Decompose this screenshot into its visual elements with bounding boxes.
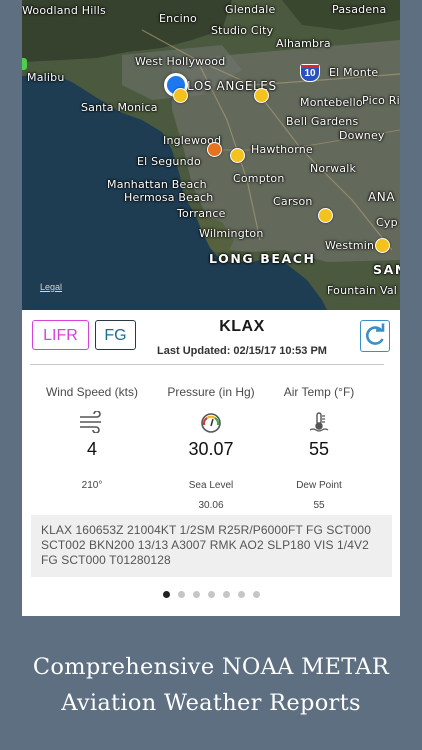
map-label-el-segundo: El Segundo [137, 155, 201, 168]
interstate-10-shield-icon: 10 [300, 64, 320, 82]
map-label-el-monte: El Monte [329, 66, 379, 79]
raw-metar-text: KLAX 160653Z 21004KT 1/2SM R25R/P6000FT … [31, 515, 392, 577]
page-dot[interactable] [162, 591, 170, 598]
sea-level-value: 30.06 [198, 500, 224, 511]
pressure-label: Pressure (in Hg) [167, 385, 255, 399]
weather-code-badge: FG [95, 320, 136, 350]
map-label-long-beach: LONG BEACH [209, 251, 316, 266]
map-label-wilmington: Wilmington [199, 227, 264, 240]
refresh-button[interactable] [360, 320, 390, 352]
map-label-hermosa-beach: Hermosa Beach [124, 191, 214, 204]
tagline-line-1: Comprehensive NOAA METAR [32, 654, 390, 680]
flight-category-badge: LIFR [32, 320, 89, 350]
air-temp-value: 55 [308, 439, 330, 459]
station-marker-klax[interactable] [173, 88, 188, 103]
map-label-glendale: Glendale [225, 3, 276, 16]
map-label-pasadena: Pasadena [332, 3, 387, 16]
dew-point-label: Dew Point [296, 480, 342, 491]
wind-label: Wind Speed (kts) [45, 385, 139, 399]
weather-card: Woodland Hills Encino Glendale Pasadena … [22, 0, 400, 616]
page-dot[interactable] [252, 591, 260, 598]
thermometer-icon [309, 412, 329, 432]
page-dot[interactable] [222, 591, 230, 598]
map-label-carson: Carson [273, 195, 313, 208]
refresh-icon [366, 323, 385, 345]
page-indicator[interactable] [22, 591, 400, 598]
map-label-fountain-valley: Fountain Val [327, 284, 398, 297]
page-dot[interactable] [177, 591, 185, 598]
wind-column: Wind Speed (kts) 4 210° [32, 385, 152, 512]
map-label-downey: Downey [339, 129, 385, 142]
map-label-studio-city: Studio City [211, 24, 274, 37]
map-label-westminster: Westmin [325, 239, 375, 252]
pressure-column: Pressure (in Hg) 30.07 Sea Level 30.06 [151, 385, 271, 512]
map-label-norwalk: Norwalk [310, 162, 357, 175]
wind-icon [80, 411, 101, 433]
map-label-montebello: Montebello [300, 96, 363, 109]
map-label-cypress: Cyp [376, 216, 398, 229]
air-temp-label: Air Temp (°F) [283, 385, 355, 399]
map-view[interactable]: Woodland Hills Encino Glendale Pasadena … [22, 0, 400, 310]
map-label-encino: Encino [159, 12, 197, 25]
last-updated: Last Updated: 02/15/17 10:53 PM [157, 345, 327, 357]
map-label-pico-rivera: Pico Ri [362, 94, 400, 107]
station-marker[interactable] [230, 148, 245, 163]
station-id: KLAX [219, 318, 265, 335]
map-label-malibu: Malibu [27, 71, 65, 84]
map-label-west-hollywood: West Hollywood [135, 55, 226, 68]
gauge-icon [201, 413, 221, 433]
map-label-manhattan-beach: Manhattan Beach [107, 178, 207, 191]
station-marker[interactable] [254, 88, 269, 103]
map-label-santa-ana: SAN [373, 262, 400, 277]
dew-point-value: 55 [313, 500, 325, 511]
map-label-torrance: Torrance [177, 207, 226, 220]
map-label-woodland-hills: Woodland Hills [22, 4, 106, 17]
page-dot[interactable] [207, 591, 215, 598]
sea-level-label: Sea Level [188, 480, 234, 491]
map-pin-icon [22, 58, 27, 70]
map-label-alhambra: Alhambra [276, 37, 331, 50]
wind-direction: 210° [81, 480, 103, 491]
station-marker[interactable] [375, 238, 390, 253]
map-label-compton: Compton [233, 172, 285, 185]
pressure-value: 30.07 [188, 439, 234, 459]
map-label-anaheim: ANA [368, 190, 396, 204]
divider [30, 364, 384, 365]
marketing-tagline: Comprehensive NOAA METAR Aviation Weathe… [0, 649, 422, 721]
map-legal-link[interactable]: Legal [40, 282, 62, 292]
temperature-column: Air Temp (°F) 55 Dew Point 55 [259, 385, 379, 512]
map-label-bell-gardens: Bell Gardens [286, 115, 359, 128]
station-marker[interactable] [318, 208, 333, 223]
page-dot[interactable] [192, 591, 200, 598]
map-label-hawthorne: Hawthorne [251, 143, 313, 156]
highway-number: 10 [304, 68, 316, 79]
wind-extra [32, 500, 152, 512]
tagline-line-2: Aviation Weather Reports [61, 690, 361, 716]
wind-speed-value: 4 [86, 439, 97, 459]
page-dot[interactable] [237, 591, 245, 598]
station-marker[interactable] [207, 142, 222, 157]
map-label-santa-monica: Santa Monica [81, 101, 158, 114]
